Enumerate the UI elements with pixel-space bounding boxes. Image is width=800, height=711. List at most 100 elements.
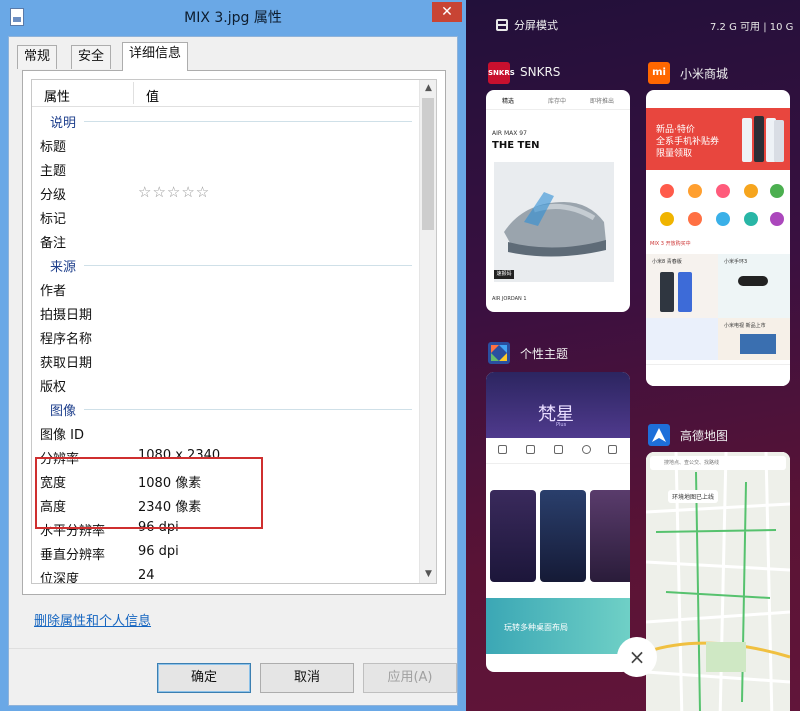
theme-category-icon[interactable] — [526, 445, 535, 454]
snkrs-code-button[interactable]: 速报码 — [494, 270, 514, 279]
app-name-snkrs: SNKRS — [520, 65, 561, 79]
mistore-category-icon[interactable] — [688, 212, 702, 226]
property-row-date-taken[interactable]: 拍摄日期 — [32, 301, 420, 325]
sneaker-image — [494, 162, 614, 282]
app-header-mistore[interactable]: mi 小米商城 — [648, 62, 788, 86]
cancel-button[interactable]: 取消 — [260, 663, 354, 693]
split-screen-label[interactable]: 分屏模式 — [514, 17, 558, 33]
mistore-product-tile[interactable]: 小米电视 新品上市 — [718, 318, 790, 360]
property-row-vertical-dpi[interactable]: 垂直分辨率 96 dpi — [32, 541, 420, 565]
tab-details[interactable]: 详细信息 — [122, 42, 189, 71]
app-header-theme[interactable]: 个性主题 — [488, 342, 628, 366]
property-row-rating[interactable]: 分级 ☆☆☆☆☆ — [32, 181, 420, 205]
property-row-date-acquired[interactable]: 获取日期 — [32, 349, 420, 373]
property-row-image-id[interactable]: 图像 ID — [32, 421, 420, 445]
mistore-category-icon[interactable] — [744, 212, 758, 226]
theme-thumbnail[interactable] — [490, 490, 536, 582]
app-name-maps: 高德地图 — [680, 429, 729, 443]
mistore-phones-image — [742, 116, 784, 162]
remove-properties-link[interactable]: 删除属性和个人信息 — [34, 610, 151, 629]
mistore-product-tile[interactable]: 小米手环3 — [718, 254, 790, 320]
theme-category-icon[interactable] — [608, 445, 617, 454]
snkrs-subheadline: THE TEN — [492, 140, 540, 151]
rating-stars[interactable]: ☆☆☆☆☆ — [138, 183, 210, 201]
mistore-bottom-nav[interactable] — [646, 364, 790, 386]
recent-apps-screen: 分屏模式 7.2 G 可用 | 10 G SNKRS SNKRS 精选 库存中 … — [466, 0, 800, 711]
app-header-snkrs[interactable]: SNKRS SNKRS — [488, 62, 628, 86]
column-header-value[interactable]: 值 — [146, 86, 159, 105]
mistore-category-icon[interactable] — [770, 184, 784, 198]
theme-thumbnail[interactable] — [590, 490, 630, 582]
theme-hero-banner[interactable]: 梵星 Plus — [486, 372, 630, 438]
scroll-thumb[interactable] — [422, 98, 434, 230]
list-header: 属性 值 — [32, 80, 436, 107]
mistore-category-icon[interactable] — [716, 184, 730, 198]
snkrs-tab-upcoming[interactable]: 即将推出 — [590, 96, 614, 105]
mistore-category-icon[interactable] — [744, 184, 758, 198]
column-divider[interactable] — [133, 82, 134, 104]
scroll-up-arrow-icon[interactable]: ▲ — [420, 80, 436, 97]
app-card-mistore[interactable]: 新品·特价 全系手机补贴券 限量领取 MIX 3 开放购买中 小米8 青春版 小… — [646, 90, 790, 386]
theme-category-icon[interactable] — [554, 445, 563, 454]
mistore-category-icon[interactable] — [716, 212, 730, 226]
property-row-author[interactable]: 作者 — [32, 277, 420, 301]
property-row-title[interactable]: 标题 — [32, 133, 420, 157]
mistore-banner[interactable]: 新品·特价 全系手机补贴券 限量领取 — [646, 108, 790, 170]
map-search-input[interactable]: 搜地点、查公交、找路线 — [650, 456, 786, 470]
snkrs-tab-featured[interactable]: 精选 — [502, 96, 514, 105]
mistore-category-icon[interactable] — [660, 212, 674, 226]
title-bar[interactable]: MIX 3.jpg 属性 ✕ — [0, 0, 466, 34]
theme-category-icon[interactable] — [498, 445, 507, 454]
section-header-image: 图像 — [32, 397, 420, 421]
maps-app-icon — [648, 424, 670, 446]
dialog-panel: 常规 安全 详细信息 属性 值 说明 标题 主题 分级 ☆☆☆☆☆ 标记 备注 来… — [8, 36, 458, 706]
theme-hero-subtitle: Plus — [556, 422, 567, 428]
property-row-subject[interactable]: 主题 — [32, 157, 420, 181]
property-row-comments[interactable]: 备注 — [32, 229, 420, 253]
snkrs-tab-instock[interactable]: 库存中 — [548, 96, 566, 105]
theme-category-icon[interactable] — [582, 445, 591, 454]
app-card-maps[interactable]: 搜地点、查公交、找路线 环境地图已上线 — [646, 452, 790, 711]
theme-thumbnail[interactable] — [540, 490, 586, 582]
split-screen-icon[interactable] — [496, 19, 508, 31]
mistore-app-icon: mi — [648, 62, 670, 84]
snkrs-footer-text: AIR JORDAN 1 — [492, 296, 527, 302]
tab-security[interactable]: 安全 — [71, 45, 112, 69]
tab-general[interactable]: 常规 — [17, 45, 58, 69]
theme-layout-banner[interactable]: 玩转多种桌面布局 — [486, 598, 630, 654]
property-row-copyright[interactable]: 版权 — [32, 373, 420, 397]
snkrs-headline: AIR MAX 97 — [492, 130, 527, 137]
property-row-tags[interactable]: 标记 — [32, 205, 420, 229]
app-header-maps[interactable]: 高德地图 — [648, 424, 788, 448]
app-name-mistore: 小米商城 — [680, 67, 729, 81]
column-header-property[interactable]: 属性 — [44, 86, 70, 105]
memory-status: 7.2 G 可用 | 10 G — [710, 22, 794, 33]
button-bar: 确定 取消 应用(A) — [9, 648, 457, 704]
vertical-scrollbar[interactable]: ▲ ▼ — [419, 80, 436, 583]
mistore-product-tile[interactable]: 小米8 青春版 — [646, 254, 718, 320]
mistore-product-tile[interactable] — [646, 318, 718, 360]
mistore-promo-strip[interactable]: MIX 3 开放购买中 — [646, 240, 790, 252]
snkrs-app-icon: SNKRS — [488, 62, 515, 84]
mistore-category-icon[interactable] — [770, 212, 784, 226]
map-popup[interactable]: 环境地图已上线 — [668, 490, 719, 503]
app-card-snkrs[interactable]: 精选 库存中 即将推出 AIR MAX 97 THE TEN 速报码 AIR J… — [486, 90, 630, 312]
apply-button[interactable]: 应用(A) — [363, 663, 457, 693]
mistore-category-icon[interactable] — [688, 184, 702, 198]
snkrs-tabs: 精选 库存中 即将推出 — [486, 90, 630, 110]
clear-all-close-icon[interactable]: × — [617, 637, 657, 677]
mistore-category-icon[interactable] — [660, 184, 674, 198]
theme-app-icon — [488, 342, 510, 364]
property-row-bit-depth[interactable]: 位深度 24 — [32, 565, 420, 583]
section-header-description: 说明 — [32, 109, 420, 133]
property-row-program[interactable]: 程序名称 — [32, 325, 420, 349]
app-card-theme[interactable]: 梵星 Plus 玩转多种桌面布局 — [486, 372, 630, 672]
ok-button[interactable]: 确定 — [157, 663, 251, 693]
dialog-title: MIX 3.jpg 属性 — [184, 10, 282, 26]
app-name-theme: 个性主题 — [520, 347, 569, 361]
properties-dialog: MIX 3.jpg 属性 ✕ 常规 安全 详细信息 属性 值 说明 标题 主题 … — [0, 0, 466, 711]
scroll-down-arrow-icon[interactable]: ▼ — [420, 566, 436, 583]
annotation-highlight-box — [35, 457, 263, 529]
theme-category-bar — [486, 438, 630, 464]
close-button[interactable]: ✕ — [432, 2, 462, 22]
